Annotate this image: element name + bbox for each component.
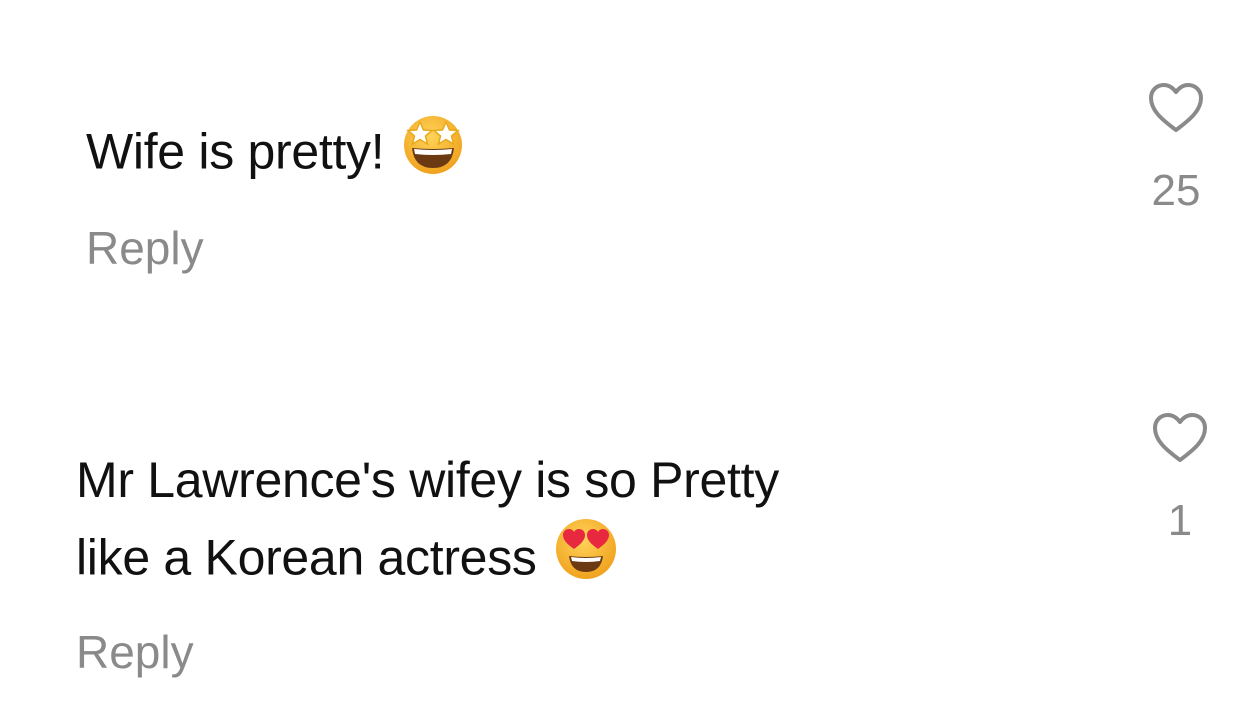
comment-item: Mr Lawrence's wifey is so Pretty like a … — [0, 330, 1238, 702]
like-column: 1 — [1140, 412, 1220, 546]
comment-text-line: Mr Lawrence's wifey is so Pretty — [76, 446, 779, 514]
like-count: 1 — [1167, 496, 1193, 545]
heart-outline-icon[interactable] — [1147, 82, 1205, 134]
comment-body-line-2: like a Korean actress — [76, 529, 537, 586]
heart-eyes-emoji-icon — [553, 516, 619, 599]
reply-button[interactable]: Reply — [76, 624, 194, 680]
comment-text-line: like a Korean actress — [76, 519, 619, 603]
reply-button[interactable]: Reply — [86, 220, 204, 276]
comment-body-line-1: Mr Lawrence's wifey is so Pretty — [76, 452, 779, 508]
like-count: 25 — [1151, 166, 1201, 215]
comment-item: Wife is pretty! Reply 25 — [0, 0, 1238, 330]
star-struck-emoji-icon — [400, 110, 466, 193]
comment-body: Wife is pretty! — [86, 123, 385, 180]
like-column: 25 — [1136, 82, 1216, 216]
heart-outline-icon[interactable] — [1151, 412, 1209, 464]
comment-text: Wife is pretty! — [86, 114, 466, 197]
